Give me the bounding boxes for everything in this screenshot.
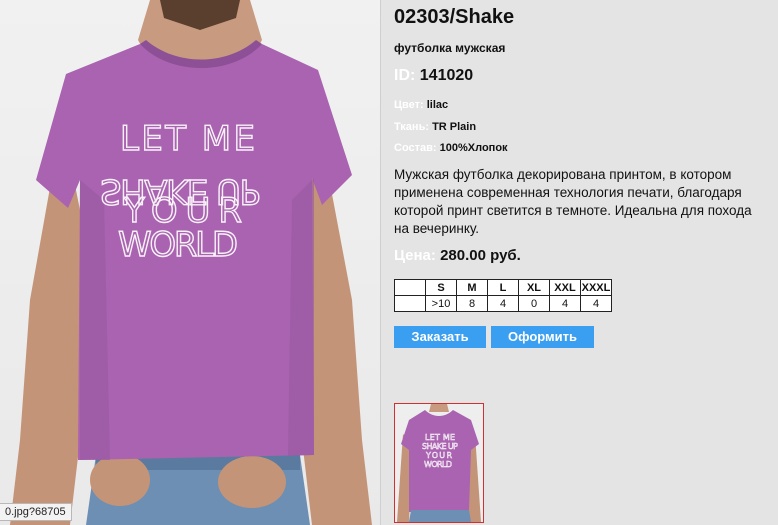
attr-label: Цвет:: [394, 99, 424, 111]
product-description: Мужская футболка декорирована принтом, в…: [394, 167, 752, 236]
attr-value: TR Plain: [432, 121, 477, 133]
product-id: ID: 141020: [394, 67, 473, 85]
attr-value: 100%Хлопок: [439, 142, 508, 154]
attr-label: Ткань:: [394, 121, 429, 133]
product-photo[interactable]: LET ME SHAKE UP YOUR WORLD: [0, 0, 380, 525]
status-url: 0.jpg?68705: [0, 503, 72, 521]
product-price: Цена: 280.00 руб.: [394, 247, 521, 264]
size-header-row: S M L XL XXL XXXL: [394, 279, 612, 296]
svg-text:YOUR: YOUR: [425, 451, 452, 460]
product-thumbnail[interactable]: LET ME SHAKE UP YOUR WORLD: [394, 403, 484, 523]
size-stock-cell: 4: [580, 295, 612, 312]
size-stock-cell: 8: [456, 295, 488, 312]
svg-text:LET ME: LET ME: [425, 433, 455, 442]
thumbnail-image: LET ME SHAKE UP YOUR WORLD: [395, 404, 483, 522]
id-value: 141020: [419, 67, 474, 84]
svg-text:WORLD: WORLD: [118, 225, 238, 265]
size-header-cell: L: [487, 279, 519, 296]
size-stock-cell: >10: [425, 295, 457, 312]
attr-color: Цвет: lilac: [394, 99, 448, 111]
price-value: 280.00 руб.: [440, 247, 521, 264]
size-header-cell: XXXL: [580, 279, 612, 296]
column-divider: [380, 0, 381, 525]
print-graphic: LET ME SHAKE UP YOUR WORLD: [99, 118, 260, 265]
attr-label: Состав:: [394, 142, 437, 154]
product-title: 02303/Shake: [394, 6, 515, 28]
size-stock-cell: 4: [549, 295, 581, 312]
size-header-cell: XXL: [549, 279, 581, 296]
size-stock-cell: 4: [487, 295, 519, 312]
attr-fabric: Ткань: TR Plain: [394, 121, 476, 133]
svg-text:SHAKE UP: SHAKE UP: [422, 442, 458, 451]
checkout-button[interactable]: Оформить: [491, 326, 594, 348]
size-stock-cell: [394, 295, 426, 312]
attr-value: lilac: [426, 99, 449, 111]
price-label: Цена:: [394, 247, 436, 264]
size-stock-cell: 0: [518, 295, 550, 312]
attr-composition: Состав: 100%Хлопок: [394, 142, 508, 154]
size-table: S M L XL XXL XXXL >10 8 4 0 4 4: [394, 279, 612, 312]
svg-text:WORLD: WORLD: [424, 460, 452, 469]
size-header-cell: [394, 279, 426, 296]
tshirt-model-image: LET ME SHAKE UP YOUR WORLD: [10, 0, 372, 525]
size-stock-row: >10 8 4 0 4 4: [394, 295, 612, 312]
size-header-cell: XL: [518, 279, 550, 296]
id-label: ID:: [394, 67, 416, 84]
order-button[interactable]: Заказать: [394, 326, 486, 348]
size-header-cell: M: [456, 279, 488, 296]
product-subtitle: футболка мужская: [394, 41, 506, 55]
size-header-cell: S: [425, 279, 457, 296]
